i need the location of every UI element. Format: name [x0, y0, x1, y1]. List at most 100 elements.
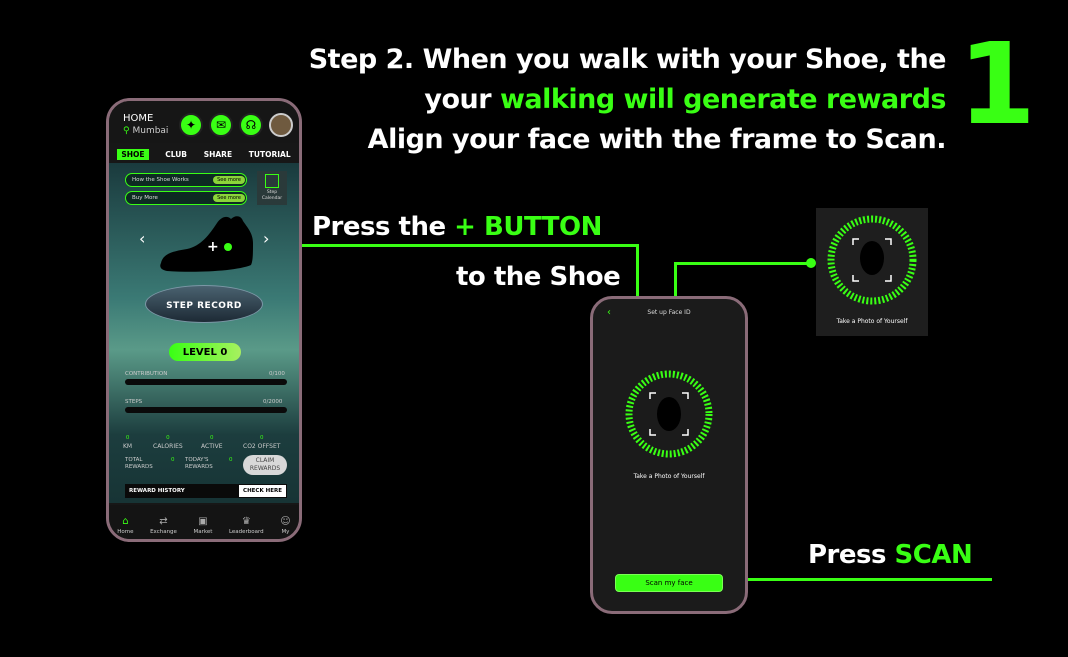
bottom-nav: ⌂ Home ⇄ Exchange ▣ Market ♛ Leaderboard ☺ My — [109, 505, 299, 539]
stat-km-label: KM — [123, 443, 133, 450]
stat-active: 0 ACTIVE — [201, 435, 223, 450]
home-icon: ⌂ — [122, 515, 129, 527]
exchange-icon: ⇄ — [159, 515, 168, 527]
home-location[interactable]: ⚲ Mumbai — [123, 126, 168, 136]
chevron-left-icon[interactable]: ‹ — [139, 229, 145, 248]
location-pin-icon: ⚲ — [123, 126, 130, 136]
plus-button-dot — [224, 243, 232, 251]
stat-active-value: 0 — [210, 435, 214, 441]
claim-rewards-button[interactable]: CLAIM REWARDS — [243, 455, 287, 475]
connector-face-dot — [806, 258, 816, 268]
stat-calories: 0 CALORIES — [153, 435, 183, 450]
steps-label: STEPS — [125, 399, 143, 405]
nav-my[interactable]: ☺ My — [280, 516, 290, 535]
buy-more-label: Buy More — [132, 195, 158, 201]
nav-my-label: My — [281, 528, 290, 535]
callout-scan-green: SCAN — [894, 540, 973, 570]
home-title: HOME — [123, 113, 154, 124]
home-body: How the Shoe Works See more Buy More See… — [109, 163, 299, 503]
reward-history-row: REWARD HISTORY CHECK HERE — [125, 484, 287, 498]
connector-plus-vertical — [636, 244, 639, 296]
market-icon: ▣ — [198, 515, 208, 527]
trophy-icon: ♛ — [241, 515, 251, 527]
step-number: 1 — [958, 20, 1036, 150]
connector-face-horizontal — [674, 262, 810, 265]
callout-plus-button: BUTTON — [484, 212, 602, 242]
level-badge: LEVEL 0 — [169, 343, 241, 361]
home-header: HOME ⚲ Mumbai ✦ ✉ ☊ — [109, 101, 299, 143]
connector-scan-horizontal — [730, 578, 992, 581]
calendar-icon — [265, 174, 279, 188]
phone-faceid: ‹ Set up Face ID Take a Photo of Yoursel… — [590, 296, 748, 614]
todays-rewards-label: TODAY'S REWARDS — [185, 457, 213, 470]
scan-face-button[interactable]: Scan my face — [615, 574, 723, 592]
step-calendar-label: Step Calendar — [261, 190, 283, 201]
callout-scan-pre: Press — [808, 540, 886, 570]
nav-exchange[interactable]: ⇄ Exchange — [150, 516, 177, 535]
nav-home[interactable]: ⌂ Home — [117, 516, 133, 535]
tab-tutorial[interactable]: TUTORIAL — [249, 150, 291, 159]
nav-market-label: Market — [193, 528, 213, 535]
stat-co2-label: CO2 OFFSET — [243, 443, 281, 450]
face-preview-ring-icon — [827, 215, 917, 305]
contribution-value: 0/100 — [269, 371, 285, 377]
callout-plus-sub: to the Shoe — [456, 262, 621, 292]
face-scan-ring-icon — [625, 370, 713, 458]
chevron-right-icon[interactable]: › — [263, 229, 269, 248]
face-preview-card: Take a Photo of Yourself — [816, 208, 928, 336]
steps-value: 0/2000 — [263, 399, 283, 405]
headline-line1: Step 2. When you walk with your Shoe, th… — [308, 44, 947, 75]
stat-calories-label: CALORIES — [153, 443, 183, 450]
headline: Step 2. When you walk with your Shoe, th… — [306, 40, 947, 160]
face-preview-prompt: Take a Photo of Yourself — [836, 318, 908, 325]
callout-plus: Press the + BUTTON — [312, 212, 602, 242]
stat-km-value: 0 — [125, 435, 130, 441]
contribution-bar — [125, 379, 287, 385]
user-icon: ☺ — [280, 515, 291, 527]
stat-co2: 0 CO2 OFFSET — [243, 435, 280, 450]
plus-icon[interactable]: + — [207, 239, 219, 255]
nav-exchange-label: Exchange — [150, 528, 177, 535]
reward-history-label: REWARD HISTORY — [129, 488, 185, 494]
tab-club[interactable]: CLUB — [165, 150, 187, 159]
buy-more-pill[interactable]: Buy More See more — [125, 191, 247, 205]
home-tabs: SHOE CLUB SHARE TUTORIAL — [109, 145, 299, 163]
phone-home: HOME ⚲ Mumbai ✦ ✉ ☊ SHOE CLUB SHARE TUTO… — [106, 98, 302, 542]
mail-icon[interactable]: ✉ — [209, 113, 233, 137]
avatar[interactable] — [269, 113, 293, 137]
see-more-button-buy[interactable]: See more — [213, 194, 245, 202]
faceid-prompt: Take a Photo of Yourself — [633, 473, 705, 480]
tab-share[interactable]: SHARE — [204, 150, 232, 159]
nav-leaderboard-label: Leaderboard — [228, 528, 264, 535]
faceid-title: Set up Face ID — [647, 309, 691, 316]
headline-line2-green: walking will generate rewards — [499, 84, 947, 115]
how-shoe-works-pill[interactable]: How the Shoe Works See more — [125, 173, 247, 187]
headset-icon[interactable]: ☊ — [239, 113, 263, 137]
headline-line3: Align your face with the frame to Scan. — [367, 124, 947, 155]
how-shoe-works-label: How the Shoe Works — [132, 177, 189, 183]
stat-active-label: ACTIVE — [201, 443, 223, 450]
headline-line2: your walking will generate rewards — [306, 80, 946, 120]
announcement-icon[interactable]: ✦ — [179, 113, 203, 137]
check-here-button[interactable]: CHECK HERE — [239, 485, 286, 497]
nav-market[interactable]: ▣ Market — [193, 516, 212, 535]
see-more-button-how[interactable]: See more — [213, 176, 245, 184]
todays-rewards-value: 0 — [229, 457, 233, 463]
contribution-label: CONTRIBUTION — [125, 371, 168, 377]
total-rewards-label: TOTAL REWARDS — [125, 457, 153, 470]
nav-leaderboard[interactable]: ♛ Leaderboard — [229, 516, 264, 535]
step-calendar-button[interactable]: Step Calendar — [257, 171, 287, 205]
callout-plus-symbol: + — [454, 212, 476, 242]
step-record-label: STEP RECORD — [166, 301, 242, 311]
callout-plus-pre: Press the — [312, 212, 446, 242]
nav-home-label: Home — [117, 528, 134, 535]
home-city: Mumbai — [132, 126, 169, 136]
stat-km: 0 KM — [123, 435, 132, 450]
steps-bar — [125, 407, 287, 413]
stat-co2-value: 0 — [259, 435, 264, 441]
stat-calories-value: 0 — [166, 435, 170, 441]
headline-line2-pre: your — [424, 84, 500, 115]
total-rewards-value: 0 — [171, 457, 175, 463]
tab-shoe[interactable]: SHOE — [117, 148, 149, 160]
callout-scan: Press SCAN — [808, 540, 973, 570]
